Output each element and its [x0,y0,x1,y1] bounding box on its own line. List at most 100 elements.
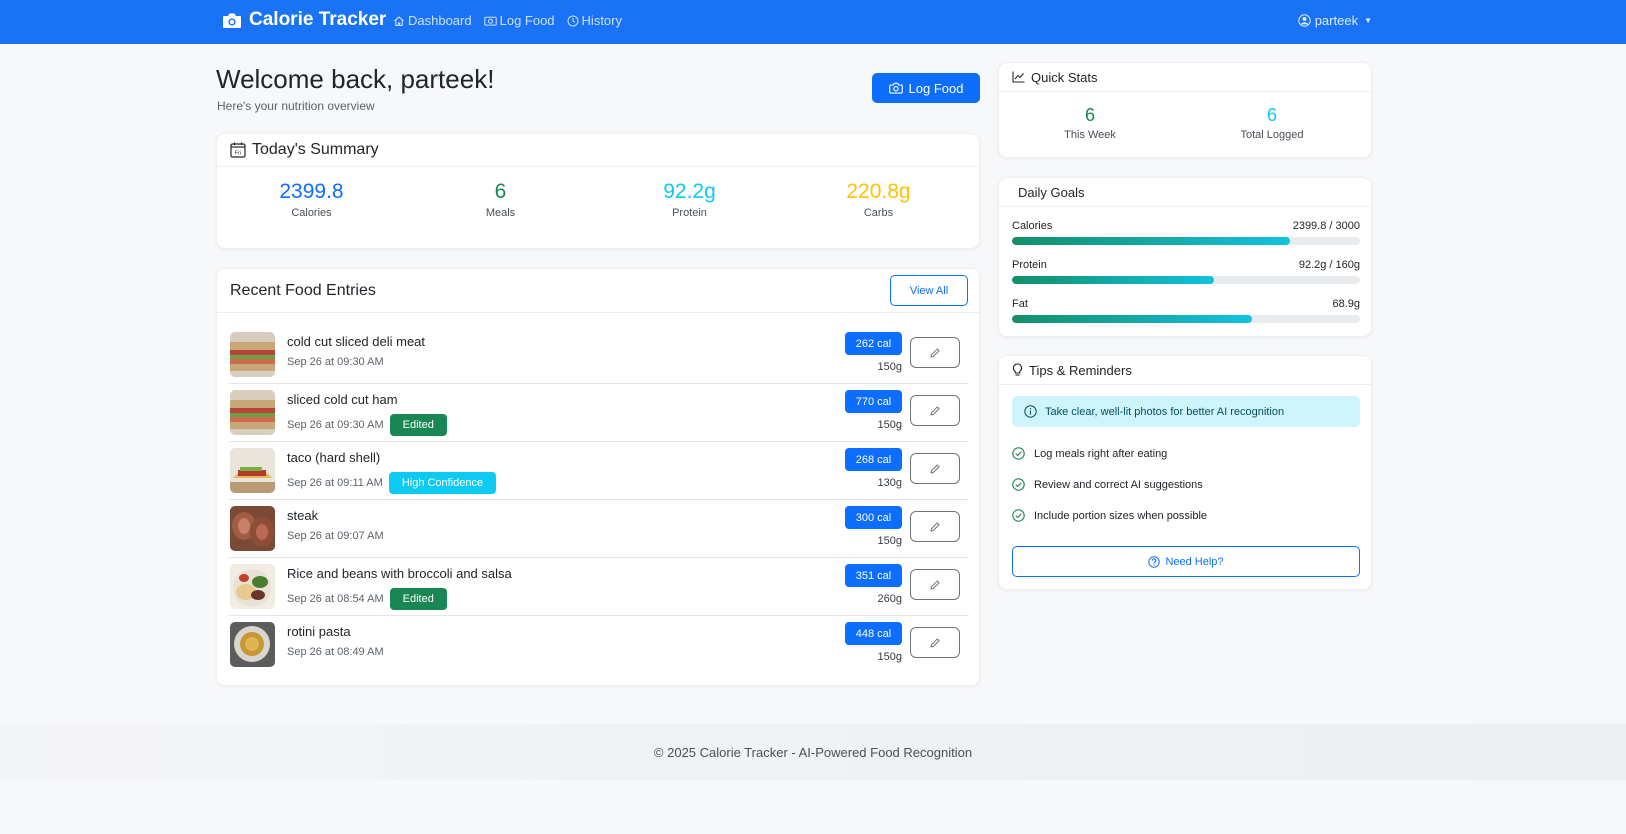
edit-entry-button[interactable] [910,337,960,368]
stat-carbs: 220.8g Carbs [784,180,973,219]
food-name: taco (hard shell) [287,450,381,465]
need-help-label: Need Help? [1165,555,1224,568]
todays-summary-card: Fri Today's Summary 2399.8 Calories 6 Me… [216,133,980,249]
food-name: rotini pasta [287,624,351,639]
stat-label: Meals [485,207,516,219]
edit-entry-button[interactable] [910,569,960,600]
recent-entries-card: Recent Food Entries View All cold cut sl… [216,268,980,686]
progress-fill [1012,315,1253,323]
nav-history[interactable]: History [567,13,622,28]
progress-bar [1012,315,1360,323]
quick-stats-title: Quick Stats [1031,69,1098,85]
stat-total-logged: 6 Total Logged [1181,105,1363,141]
stat-label: This Week [1064,129,1116,141]
summary-header: Fri Today's Summary [217,134,979,167]
nav-log-food-label: Log Food [499,13,555,28]
food-entry[interactable]: Rice and beans with broccoli and salsa S… [229,558,969,616]
food-time: Sep 26 at 09:30 AM [287,356,384,368]
brand-name: Calorie Tracker [249,9,387,30]
edit-entry-button[interactable] [910,453,960,484]
tips-header: Tips & Reminders [999,356,1371,385]
clock-icon [567,15,579,26]
food-thumbnail [230,564,275,609]
brand[interactable]: Calorie Tracker [222,9,386,31]
tips-title: Tips & Reminders [1029,362,1132,378]
camera-icon [223,13,241,28]
food-entry[interactable]: sliced cold cut ham Sep 26 at 09:30 AM E… [229,384,969,442]
goal-protein: Protein 92.2g / 160g [1012,259,1360,284]
pencil-icon [930,637,940,648]
need-help-button[interactable]: Need Help? [1012,546,1360,577]
footer: © 2025 Calorie Tracker - AI-Powered Food… [0,724,1626,780]
pencil-icon [930,347,940,358]
edited-badge: Edited [389,414,447,436]
view-all-button[interactable]: View All [890,275,968,306]
info-alert-text: Take clear, well-lit photos for better A… [1045,405,1285,418]
goal-value: 68.9g [1332,298,1360,310]
food-time-row: Sep 26 at 09:30 AM Edited [287,414,447,436]
portion-weight: 150g [877,419,902,431]
stat-this-week: 6 This Week [999,105,1181,141]
page-title: Welcome back, parteek! [216,64,495,94]
high-confidence-badge: High Confidence [388,472,497,494]
edit-entry-button[interactable] [910,627,960,658]
quick-stats-values: 6 This Week 6 Total Logged [999,92,1371,141]
tip-item: Include portion sizes when possible [1012,509,1207,522]
tips-card: Tips & Reminders Take clear, well-lit ph… [998,355,1372,590]
tip-text: Log meals right after eating [1034,447,1168,460]
chevron-down-icon: ▼ [1364,16,1372,25]
edit-entry-button[interactable] [910,395,960,426]
food-name: steak [287,508,319,523]
line-chart-icon [1012,71,1025,83]
food-entry[interactable]: rotini pasta Sep 26 at 08:49 AM 448 cal … [229,616,969,674]
calorie-badge: 448 cal [845,622,902,645]
food-thumbnail [230,622,275,667]
portion-weight: 150g [877,651,902,663]
stat-value: 220.8g [846,180,911,203]
food-time: Sep 26 at 08:54 AM [287,593,384,605]
camera-outline-icon [483,16,497,26]
info-icon [1024,405,1037,418]
food-time-row: Sep 26 at 09:07 AM [287,530,384,542]
calendar-day-text: Fri [235,151,241,157]
food-thumbnail [230,506,275,551]
pencil-icon [930,405,940,416]
question-circle-icon [1148,555,1161,568]
calorie-badge: 351 cal [845,564,902,587]
calorie-badge: 262 cal [845,332,902,355]
user-circle-icon [1298,14,1311,27]
tip-text: Include portion sizes when possible [1034,509,1208,522]
summary-title: Today's Summary [252,141,379,158]
goal-fat: Fat 68.9g [1012,298,1360,323]
goal-value: 92.2g / 160g [1298,259,1360,271]
stat-label: Calories [291,207,332,219]
recent-header: Recent Food Entries View All [217,269,979,313]
nav-dashboard-label: Dashboard [408,13,472,28]
food-time-row: Sep 26 at 08:54 AM Edited [287,588,447,610]
goal-label: Fat [1012,298,1028,310]
nav-log-food[interactable]: Log Food [483,13,555,28]
food-name: cold cut sliced deli meat [287,334,426,349]
progress-bar [1012,276,1360,284]
food-entry[interactable]: taco (hard shell) Sep 26 at 09:11 AM Hig… [229,442,969,500]
nav-dashboard[interactable]: Dashboard [393,13,472,28]
calorie-badge: 300 cal [845,506,902,529]
food-entry[interactable]: steak Sep 26 at 09:07 AM 300 cal 150g [229,500,969,558]
daily-goals-header: Daily Goals [999,178,1371,207]
info-alert: Take clear, well-lit photos for better A… [1012,396,1360,427]
navbar: Calorie Tracker Dashboard Log Food Histo… [0,0,1626,44]
nav-history-label: History [581,13,622,28]
user-menu[interactable]: parteek ▼ [1298,13,1372,28]
food-entry[interactable]: cold cut sliced deli meat Sep 26 at 09:3… [229,326,969,384]
edited-badge: Edited [389,588,447,610]
progress-bar [1012,237,1360,245]
nav-links: Dashboard Log Food History [393,13,622,28]
log-food-button[interactable]: Log Food [872,73,980,103]
quick-stats-card: Quick Stats 6 This Week 6 Total Logged [998,62,1372,158]
edit-entry-button[interactable] [910,511,960,542]
stat-label: Carbs [863,207,894,219]
stat-value: 6 [494,180,507,203]
check-circle-icon [1012,478,1025,491]
pencil-icon [930,463,940,474]
portion-weight: 150g [877,535,902,547]
